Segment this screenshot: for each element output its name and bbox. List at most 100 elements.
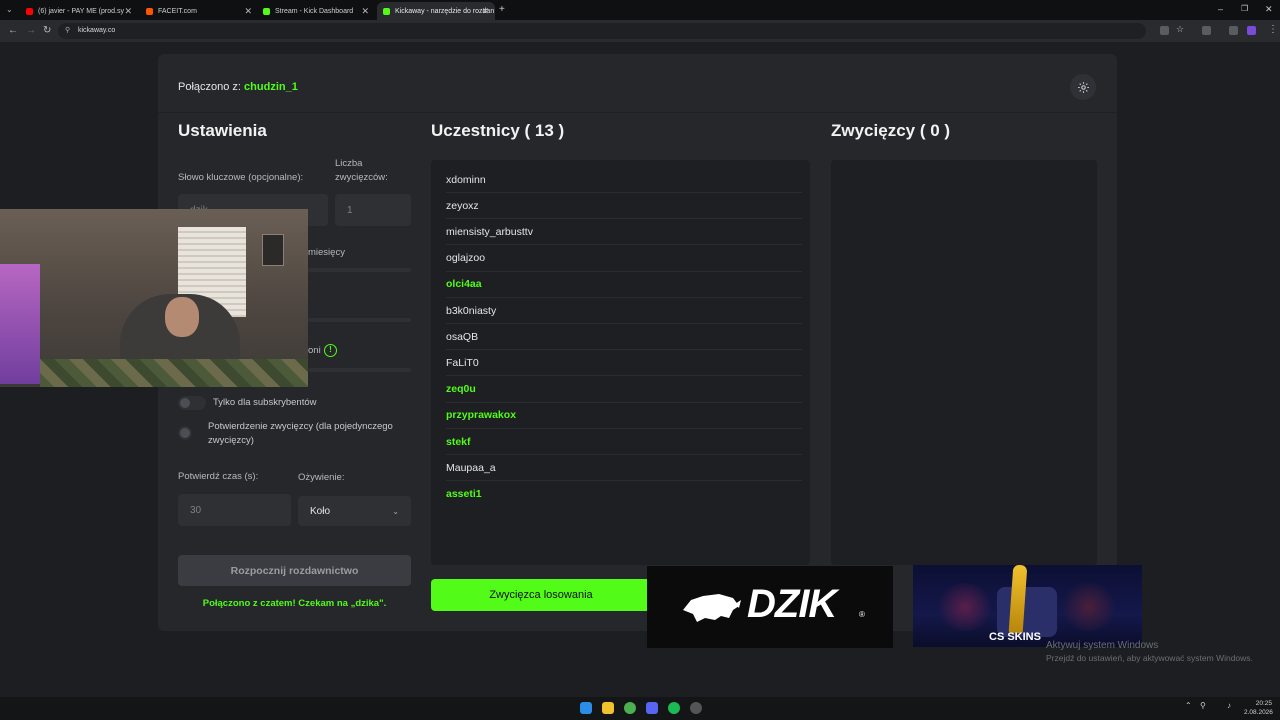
windows-start-icon[interactable]: [580, 702, 592, 714]
streamer-head: [165, 297, 199, 337]
url-field[interactable]: ⚲ kickaway.co: [58, 23, 1146, 39]
subscription-months-slider[interactable]: [308, 268, 411, 272]
address-bar-row: ← → ↻ ⚲ kickaway.co ☆ ⋮: [0, 20, 1280, 42]
chevron-down-icon: ⌄: [392, 506, 399, 516]
bookmark-star-icon[interactable]: ☆: [1176, 24, 1184, 35]
confirm-time-label: Potwierdź czas (s):: [178, 471, 259, 482]
file-explorer-icon[interactable]: [602, 702, 614, 714]
activation-line-1: Aktywuj system Windows: [1046, 640, 1159, 651]
tab-label: Stream - Kick Dashboard: [275, 7, 354, 15]
participant-row: xdominn: [446, 167, 802, 193]
participant-row: FaLiT0: [446, 350, 802, 377]
participant-row: zeyoxz: [446, 193, 802, 220]
kickaway-icon: [383, 7, 390, 15]
new-tab-button[interactable]: +: [499, 4, 505, 15]
connected-prefix: Połączono z:: [178, 81, 241, 93]
participant-row: zeq0u: [446, 377, 802, 403]
skin-tile-center: [997, 587, 1057, 637]
participant-name: xdominn: [446, 173, 486, 186]
subs-only-toggle[interactable]: [178, 396, 206, 410]
participant-name: Maupaa_a: [446, 461, 496, 474]
speaker-icon[interactable]: ♪: [1227, 701, 1231, 710]
participant-row: Maupaa_a: [446, 455, 802, 482]
tab-kick-dashboard[interactable]: Stream - Kick Dashboard ✕: [257, 2, 375, 20]
system-clock[interactable]: 20:25 2.08.2026: [1244, 699, 1273, 717]
network-icon[interactable]: ⚲: [1200, 701, 1206, 710]
clock-date: 2.08.2026: [1244, 709, 1273, 716]
tab-label: (6) javier - PAY ME (prod.sy: [38, 7, 124, 15]
windows-activation-watermark: Aktywuj system Windows Przejdź do ustawi…: [1046, 640, 1253, 664]
participant-name: oglajzoo: [446, 252, 486, 265]
extensions-icon[interactable]: [1202, 26, 1211, 35]
maximize-button[interactable]: ❐: [1241, 4, 1248, 13]
tab-kickaway[interactable]: Kickaway - narzędzie do rozdan ✕: [377, 2, 495, 20]
url-text: kickaway.co: [78, 27, 116, 34]
obs-icon[interactable]: [690, 702, 702, 714]
translate-icon[interactable]: [1160, 26, 1169, 35]
confirm-time-input[interactable]: 30: [178, 494, 291, 526]
dzik-sponsor-banner: DZIK ®: [647, 566, 893, 648]
close-icon[interactable]: ✕: [124, 6, 132, 17]
keyword-label: Słowo kluczowe (opcjonalne):: [178, 172, 304, 183]
animation-select[interactable]: Koło ⌄: [298, 496, 411, 526]
draw-winner-button[interactable]: Zwycięzca losowania: [431, 579, 651, 611]
participant-row: miensisty_arbusttv: [446, 219, 802, 246]
winners-title: Zwycięzcy ( 0 ): [831, 121, 951, 140]
participants-title: Uczestnicy ( 13 ): [431, 121, 565, 140]
winners-count-label: Liczba zwycięzców:: [335, 158, 388, 183]
winners-list: [831, 160, 1097, 565]
tab-label: FACEIT.com: [158, 7, 197, 15]
participant-row: przyprawakox: [446, 403, 802, 429]
participant-name: osaQB: [446, 330, 479, 343]
participant-row: b3k0niasty: [446, 298, 802, 324]
animation-value: Koło: [310, 505, 331, 517]
minimize-button[interactable]: –: [1218, 4, 1223, 14]
participant-name: olci4aa: [446, 278, 482, 291]
tab-youtube[interactable]: (6) javier - PAY ME (prod.sy ✕: [20, 2, 138, 20]
tray-chevron-icon[interactable]: ⌃: [1185, 701, 1192, 710]
participant-row: olci4aa: [446, 272, 802, 298]
sidebar-icon[interactable]: [1247, 26, 1256, 35]
participant-name: FaLiT0: [446, 356, 479, 369]
browser-tab-bar: ⌄ (6) javier - PAY ME (prod.sy ✕ FACEIT.…: [0, 0, 1280, 20]
windows-taskbar: ⌃ ⚲ ♪: [0, 697, 1280, 720]
participant-name: zeq0u: [446, 383, 476, 396]
browser-menu-icon[interactable]: ⋮: [1268, 24, 1278, 35]
info-icon[interactable]: !: [324, 344, 337, 357]
participant-row: oglajzoo: [446, 246, 802, 272]
tab-faceit[interactable]: FACEIT.com ✕: [140, 2, 258, 20]
participant-row: osaQB: [446, 324, 802, 351]
media-icon[interactable]: [1229, 26, 1238, 35]
dzik-logo-text: DZIK: [747, 582, 837, 626]
subs-only-label: Tylko dla subskrybentów: [213, 397, 317, 408]
reload-button[interactable]: ↻: [43, 25, 51, 36]
csskins-sponsor-banner: CS SKINS: [913, 565, 1142, 647]
youtube-icon: [26, 7, 33, 15]
pc-case-lights: [0, 264, 40, 384]
close-icon[interactable]: ✕: [244, 6, 252, 17]
confirm-winner-toggle[interactable]: [178, 426, 192, 440]
close-icon[interactable]: ✕: [361, 6, 369, 17]
forward-button[interactable]: →: [26, 25, 36, 36]
discord-icon[interactable]: [646, 702, 658, 714]
animation-label: Ożywienie:: [298, 472, 345, 483]
clock-time: 20:25: [1255, 700, 1272, 707]
follow-days-slider[interactable]: [308, 318, 411, 322]
participant-name: b3k0niasty: [446, 304, 497, 317]
registered-mark: ®: [859, 610, 865, 619]
tab-list-icon[interactable]: ⌄: [6, 5, 13, 14]
extra-slider[interactable]: [308, 368, 411, 372]
confirm-winner-label: Potwierdzenie zwycięzcy (dla pojedynczeg…: [208, 421, 393, 446]
spotify-icon[interactable]: [668, 702, 680, 714]
settings-gear-button[interactable]: [1070, 74, 1096, 100]
faceit-icon: [146, 7, 153, 15]
winners-count-input[interactable]: 1: [335, 194, 411, 226]
close-window-button[interactable]: ✕: [1265, 4, 1273, 15]
skin-tile-left: [935, 583, 995, 631]
site-info-icon[interactable]: ⚲: [65, 23, 70, 39]
back-button[interactable]: ←: [8, 25, 18, 36]
close-icon[interactable]: ✕: [481, 6, 489, 17]
start-giveaway-button[interactable]: Rozpocznij rozdawnictwo: [178, 555, 411, 586]
activation-line-2: Przejdź do ustawień, aby aktywować syste…: [1046, 653, 1253, 663]
chrome-icon[interactable]: [624, 702, 636, 714]
